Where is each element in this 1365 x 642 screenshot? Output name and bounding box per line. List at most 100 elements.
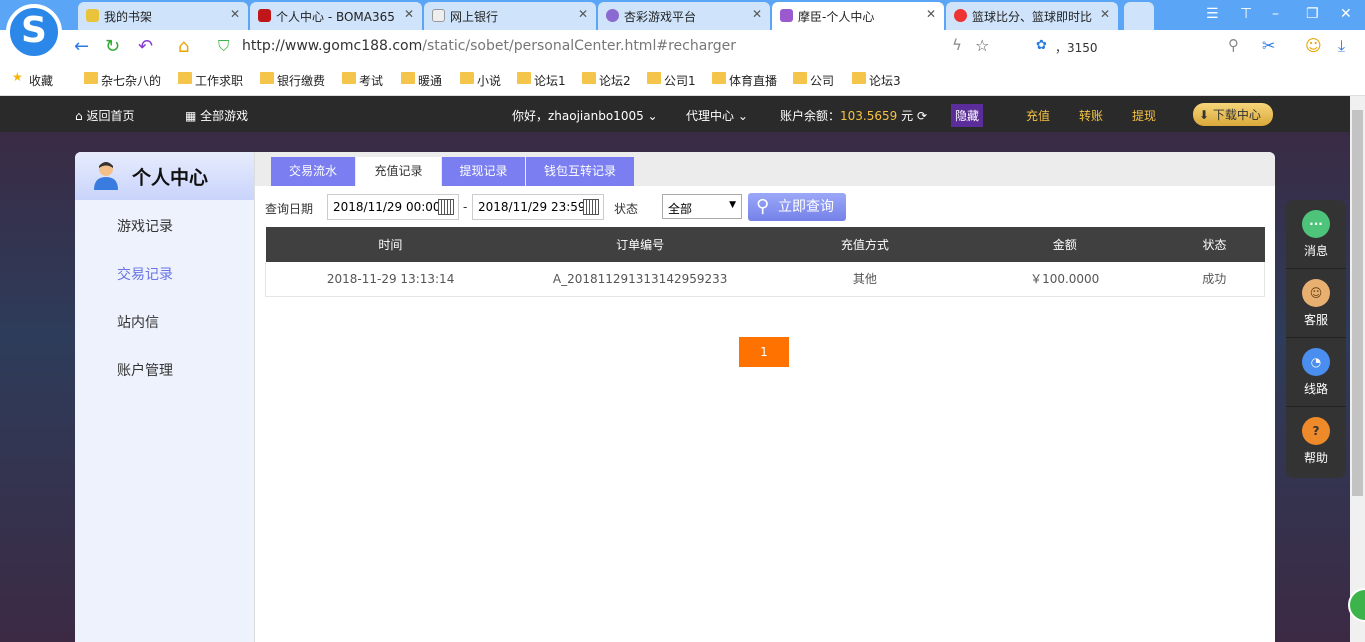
bookmark-folder[interactable]: 公司 <box>793 72 834 89</box>
status-value: 全部 <box>668 202 693 216</box>
sidebar-title: 个人中心 <box>132 167 209 189</box>
calendar-icon[interactable] <box>438 199 454 215</box>
scrollbar[interactable] <box>1350 96 1365 642</box>
tab-label: 篮球比分、篮球即时比 <box>972 10 1093 24</box>
status-select[interactable]: 全部 ▼ <box>662 194 742 219</box>
hide-balance-button[interactable]: 隐藏 <box>951 104 984 127</box>
search-icon[interactable]: ⚲ <box>1228 36 1239 54</box>
bookmark-folder[interactable]: 银行缴费 <box>260 72 325 89</box>
agent-label: 代理中心 <box>686 109 735 123</box>
url-host: http://www.gomc188.com <box>242 38 423 54</box>
home-link[interactable]: ⌂ 返回首页 <box>75 107 134 124</box>
tab-recharge-records[interactable]: 充值记录 <box>356 157 441 186</box>
bookmark-folder[interactable]: 考试 <box>342 72 383 89</box>
emoji-icon[interactable]: ☺ <box>1305 36 1322 55</box>
cell-status: 成功 <box>1164 262 1265 297</box>
scissors-icon[interactable]: ✂ <box>1262 36 1275 55</box>
bookmark-folder[interactable]: 杂七杂八的 <box>84 72 161 89</box>
close-window-icon[interactable]: ✕ <box>1340 6 1352 22</box>
end-date-input[interactable]: 2018/11/29 23:59 <box>472 194 604 220</box>
star-icon[interactable]: ☆ <box>975 36 989 55</box>
sidebar-item-transactions[interactable]: 交易记录 <box>117 264 173 284</box>
tab-withdraw-records[interactable]: 提现记录 <box>442 157 525 186</box>
browser-tab[interactable]: 我的书架 ✕ <box>78 2 248 30</box>
date-label: 查询日期 <box>265 202 314 216</box>
bookmark-folder[interactable]: 暖通 <box>401 72 442 89</box>
refresh-icon[interactable]: ⟳ <box>917 109 927 123</box>
close-icon[interactable]: ✕ <box>1100 7 1110 21</box>
download-icon[interactable]: ⤓ <box>1338 36 1345 56</box>
download-icon: ⬇ <box>1199 108 1210 122</box>
bookmarks-bar: ★ 收藏 杂七杂八的 工作求职 银行缴费 考试 暖通 小说 论坛1 论坛2 公司1… <box>0 62 1365 96</box>
balance-value: 103.5659 <box>840 109 898 123</box>
bookmark-folder[interactable]: 论坛1 <box>517 72 566 89</box>
back-icon[interactable]: ← <box>74 36 89 57</box>
record-tabs: 交易流水 充值记录 提现记录 钱包互转记录 <box>255 152 1275 186</box>
search-input[interactable]: ，3150 <box>1055 39 1098 56</box>
sidebar-item-game-records[interactable]: 游戏记录 <box>117 216 173 236</box>
undo-icon[interactable]: ↶ <box>138 36 153 57</box>
close-icon[interactable]: ✕ <box>230 7 240 21</box>
url-input[interactable]: http://www.gomc188.com/static/sobet/pers… <box>242 38 736 54</box>
withdraw-link[interactable]: 提现 <box>1132 107 1156 124</box>
bookmark-folder[interactable]: 公司1 <box>647 72 696 89</box>
bookmark-favorites[interactable]: ★ 收藏 <box>12 70 54 89</box>
recharge-link[interactable]: 充值 <box>1026 107 1050 124</box>
sidebar-item-messages[interactable]: 站内信 <box>117 312 159 332</box>
sidebar-item-account[interactable]: 账户管理 <box>117 360 173 380</box>
new-tab-button[interactable] <box>1124 2 1154 30</box>
start-date-input[interactable]: 2018/11/29 00:00 <box>327 194 459 220</box>
search-icon: ⚲ <box>756 196 770 217</box>
tab-label: 我的书架 <box>104 10 153 24</box>
date-separator: - <box>463 200 468 214</box>
refresh-icon[interactable]: ↻ <box>105 36 120 57</box>
greeting: 你好，zhaojianbo1005 <box>512 109 644 123</box>
download-center-button[interactable]: ⬇ 下载中心 <box>1193 103 1273 126</box>
close-icon[interactable]: ✕ <box>752 7 762 21</box>
close-icon[interactable]: ✕ <box>404 7 414 21</box>
help-button[interactable]: ? 帮助 <box>1286 407 1346 476</box>
lightning-icon[interactable]: ϟ <box>952 36 962 54</box>
all-games-label: 全部游戏 <box>200 109 249 123</box>
headset-icon: ☺ <box>1302 279 1330 307</box>
bookmark-folder[interactable]: 论坛2 <box>582 72 631 89</box>
bookmark-folder[interactable]: 体育直播 <box>712 72 777 89</box>
messages-button[interactable]: ··· 消息 <box>1286 200 1346 269</box>
calendar-icon[interactable] <box>583 199 599 215</box>
bookmark-label: 收藏 <box>29 74 54 88</box>
browser-tab[interactable]: 杏彩游戏平台 ✕ <box>598 2 770 30</box>
query-label: 立即查询 <box>778 199 834 215</box>
scrollbar-thumb[interactable] <box>1352 110 1363 496</box>
all-games-link[interactable]: ▦ 全部游戏 <box>185 107 248 124</box>
browser-tab-active[interactable]: 摩臣-个人中心 ✕ <box>772 2 944 30</box>
transfer-link[interactable]: 转账 <box>1079 107 1103 124</box>
minimize-icon[interactable]: – <box>1272 6 1279 22</box>
close-icon[interactable]: ✕ <box>578 7 588 21</box>
currency: 元 <box>901 109 914 123</box>
bookmark-folder[interactable]: 小说 <box>460 72 501 89</box>
tab-wallet-transfer-records[interactable]: 钱包互转记录 <box>526 157 634 186</box>
maximize-icon[interactable]: ❐ <box>1306 6 1319 22</box>
customer-service-button[interactable]: ☺ 客服 <box>1286 269 1346 338</box>
bookmark-folder[interactable]: 工作求职 <box>178 72 243 89</box>
browser-tab[interactable]: 个人中心 - BOMA365 ✕ <box>250 2 422 30</box>
browser-tab[interactable]: 网上银行 ✕ <box>424 2 596 30</box>
agent-menu[interactable]: 代理中心 ⌄ <box>686 107 748 124</box>
query-button[interactable]: ⚲ 立即查询 <box>748 193 846 221</box>
paw-icon: ✿ <box>1036 38 1047 53</box>
page-button-1[interactable]: 1 <box>739 337 789 367</box>
browser-tab[interactable]: 篮球比分、篮球即时比 ✕ <box>946 2 1118 30</box>
tab-transaction-flow[interactable]: 交易流水 <box>271 157 355 186</box>
home-icon[interactable]: ⌂ <box>178 36 189 57</box>
user-menu[interactable]: 你好，zhaojianbo1005 ⌄ <box>512 107 658 124</box>
tab-label: 个人中心 - BOMA365 <box>276 10 395 24</box>
menu-icon[interactable]: ☰ <box>1206 6 1219 22</box>
skin-icon[interactable]: ⊤ <box>1240 6 1252 22</box>
close-icon[interactable]: ✕ <box>926 7 936 21</box>
routes-button[interactable]: ◔ 线路 <box>1286 338 1346 407</box>
browser-logo[interactable]: S <box>6 4 62 60</box>
end-date-value: 2018/11/29 23:59 <box>478 200 586 214</box>
bookmark-folder[interactable]: 论坛3 <box>852 72 901 89</box>
address-bar: ← ↻ ↶ ⌂ ⛉ http://www.gomc188.com/static/… <box>0 30 1365 62</box>
browser-tabbar: 我的书架 ✕ 个人中心 - BOMA365 ✕ 网上银行 ✕ 杏彩游戏平台 ✕ 摩臣-个… <box>0 0 1365 30</box>
